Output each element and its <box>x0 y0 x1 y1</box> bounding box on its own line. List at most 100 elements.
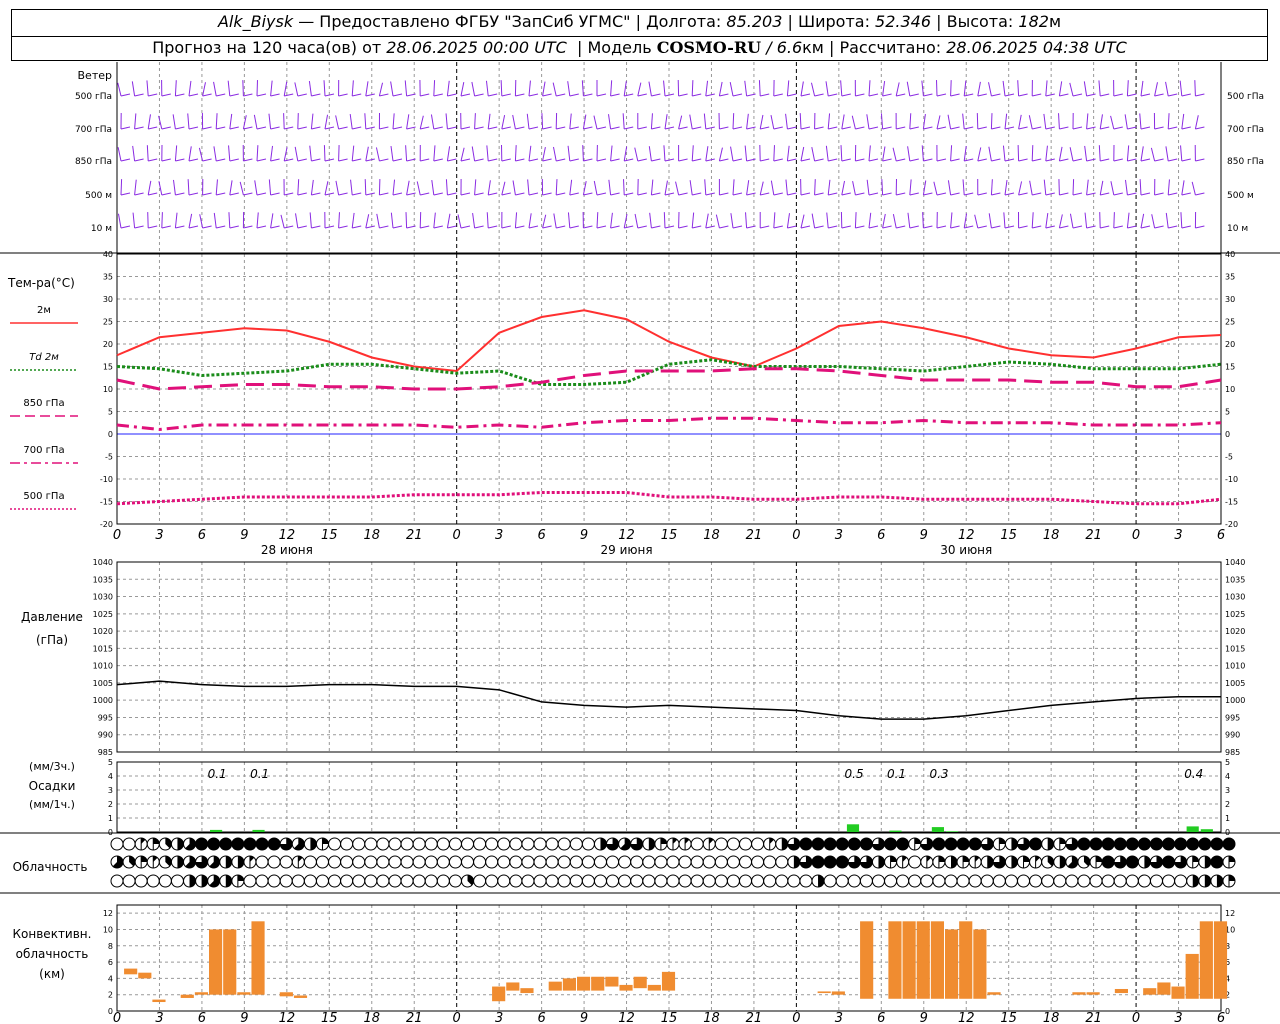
wind-barb <box>623 81 627 97</box>
wind-barb-flag <box>1004 93 1015 97</box>
wind-barb-flag <box>188 225 199 229</box>
temperature-legend-label: 500 гПа <box>23 491 64 502</box>
convective-bar <box>1171 986 1185 999</box>
wind-barb-flag <box>1181 126 1191 130</box>
y-tick-label-left: 8 <box>108 942 113 951</box>
cloud-cover-fill <box>999 838 1006 844</box>
wind-barb <box>1181 113 1185 130</box>
cloud-cover-fill <box>969 838 982 850</box>
wind-barb <box>1139 179 1142 196</box>
wind-barb-flag <box>610 93 620 97</box>
wind-barb-flag <box>297 192 307 196</box>
wind-barb-flag <box>202 93 212 97</box>
wind-barb <box>309 145 312 162</box>
cloud-cover-symbol <box>726 855 740 869</box>
convective-bar <box>180 994 194 998</box>
wind-barb-flag <box>1032 158 1042 162</box>
convective-bar <box>647 984 661 991</box>
wind-barb <box>650 179 654 196</box>
wind-barb <box>270 213 274 229</box>
cloud-cover-symbol <box>956 874 970 888</box>
wind-barb <box>1069 147 1074 162</box>
convective-bar <box>591 976 605 991</box>
wind-barb-flag <box>501 93 511 97</box>
cloud-cover-symbol <box>1174 874 1188 888</box>
cloud-cover-symbol <box>787 874 801 888</box>
y-tick-label-right: 990 <box>1225 731 1240 740</box>
wind-barb <box>351 212 355 229</box>
cloud-cover-symbol <box>352 837 366 851</box>
wind-barb <box>172 114 176 130</box>
wind-barb <box>487 113 491 130</box>
wind-barb-flag <box>229 225 239 229</box>
wind-barb-flag <box>855 126 865 130</box>
wind-barb <box>895 82 900 97</box>
wind-barb <box>990 113 993 130</box>
wind-barb-flag <box>1168 225 1178 229</box>
wind-barb-flag <box>352 158 362 162</box>
wind-barb <box>335 180 340 196</box>
cloud-cover-fill <box>1192 875 1199 887</box>
wind-barb-flag <box>923 126 933 130</box>
wind-barb-flag <box>148 126 158 130</box>
wind-barb <box>1167 179 1170 196</box>
wind-barb <box>990 179 993 196</box>
cloud-cover-symbol <box>775 874 789 888</box>
cloud-cover-symbol <box>545 837 559 851</box>
wind-barb-flag <box>732 158 743 162</box>
wind-barb-flag <box>1072 126 1083 130</box>
wind-barb <box>866 179 870 196</box>
wind-panel-label: Ветер <box>78 69 112 82</box>
wind-barb <box>117 82 122 97</box>
wind-barb <box>1179 80 1183 97</box>
cloud-cover-symbol <box>1125 874 1139 888</box>
wind-barb <box>1043 113 1047 130</box>
wind-barb-flag <box>134 93 144 97</box>
wind-barb-flag <box>814 126 824 130</box>
wind-barb-flag <box>637 93 647 97</box>
cloud-cover-symbol <box>424 837 438 851</box>
wind-barb <box>174 80 177 97</box>
wind-barb-flag <box>338 158 348 162</box>
cloud-cover-symbol <box>328 874 342 888</box>
wind-barb <box>474 179 477 196</box>
y-tick-label-right: 1015 <box>1225 644 1245 653</box>
wind-barb <box>1002 145 1006 162</box>
wind-barb-flag <box>841 192 851 196</box>
cloud-cover-symbol <box>992 874 1006 888</box>
wind-barb <box>786 145 790 162</box>
wind-barb <box>294 82 299 97</box>
wind-barb-flag <box>991 192 1001 196</box>
wind-barb-flag <box>188 192 199 196</box>
wind-barb-flag <box>624 93 634 97</box>
wind-barb-flag <box>352 93 362 97</box>
wind-barb <box>471 146 476 162</box>
precip-bar <box>210 829 223 832</box>
wind-barb-flag <box>936 192 947 196</box>
wind-barb-flag <box>433 158 443 162</box>
cloud-cover-fill <box>812 838 825 850</box>
wind-barb-flag <box>120 126 131 130</box>
wind-barb <box>841 180 846 196</box>
wind-barb <box>799 113 802 130</box>
cloud-cover-symbol <box>678 855 692 869</box>
hour-tick-label: 0 <box>453 528 461 543</box>
hour-tick-label: 15 <box>1000 528 1017 543</box>
hour-tick-label: 6 <box>198 1011 206 1024</box>
hour-tick-label: 6 <box>877 1011 885 1024</box>
wind-barb-flag <box>501 126 511 130</box>
wind-barb <box>610 212 613 229</box>
wind-barb-flag <box>1045 126 1055 130</box>
cloud-cover-fill <box>1114 838 1127 850</box>
convective-bar <box>1143 988 1157 995</box>
cloud-cover-symbol <box>569 874 583 888</box>
wind-barb-flag <box>528 225 539 229</box>
wind-barb-flag <box>1113 126 1123 130</box>
wind-barb-flag <box>460 225 471 229</box>
wind-barb-flag <box>1181 192 1191 196</box>
wind-barb <box>188 80 192 97</box>
cloud-cover-symbol <box>896 874 910 888</box>
wind-barb <box>988 146 992 162</box>
wind-barb-flag <box>787 192 797 196</box>
wind-barb-flag <box>977 225 987 229</box>
